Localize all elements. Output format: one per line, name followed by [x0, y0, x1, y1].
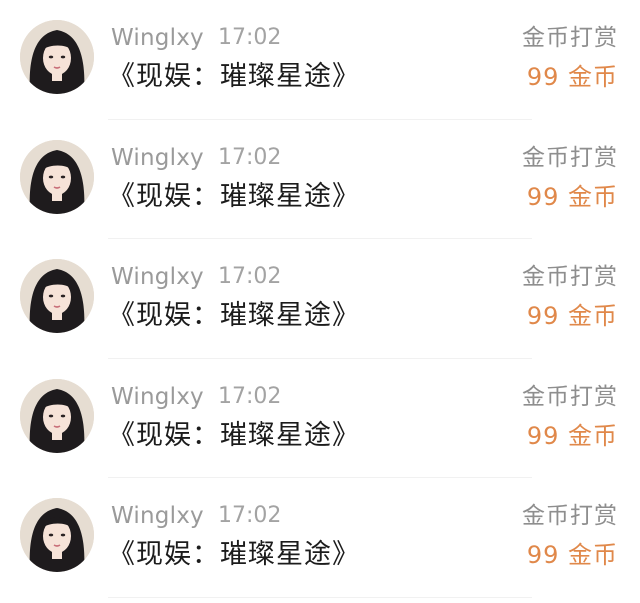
- gift-amount: 99 金币: [526, 541, 618, 569]
- user-avatar[interactable]: [20, 20, 94, 94]
- avatar-portrait-icon: [20, 378, 94, 453]
- gift-amount: 99 金币: [526, 421, 618, 450]
- gift-type-label: 金币打赏: [522, 383, 618, 410]
- book-title[interactable]: 《现娱：璀璨星途》: [108, 538, 360, 572]
- gift-type-label: 金币打赏: [522, 503, 618, 529]
- reward-list-item[interactable]: Winglxy 17:02 《现娱：璀璨星途》 金币打赏 99 金币: [0, 359, 640, 478]
- book-title[interactable]: 《现娱：璀璨星途》: [108, 419, 360, 453]
- reward-list-item[interactable]: Winglxy 17:02 《现娱：璀璨星途》 金币打赏 99 金币: [0, 239, 640, 359]
- divider: [108, 596, 532, 598]
- username[interactable]: Winglxy: [111, 23, 204, 53]
- gift-type-label: 金币打赏: [522, 264, 618, 290]
- avatar-portrait-icon: [20, 139, 94, 214]
- username[interactable]: Winglxy: [111, 143, 204, 173]
- timestamp: 17:02: [218, 25, 282, 50]
- book-title[interactable]: 《现娱：璀璨星途》: [108, 60, 360, 94]
- avatar-portrait-icon: [20, 259, 94, 333]
- user-avatar[interactable]: [20, 378, 94, 453]
- user-avatar[interactable]: [20, 139, 94, 214]
- book-title[interactable]: 《现娱：璀璨星途》: [108, 180, 360, 214]
- gift-type-label: 金币打赏: [522, 25, 618, 51]
- avatar-portrait-icon: [20, 498, 94, 572]
- gift-amount: 99 金币: [526, 182, 618, 211]
- gift-amount: 99 金币: [526, 63, 618, 91]
- user-avatar[interactable]: [20, 498, 94, 572]
- timestamp: 17:02: [218, 383, 282, 409]
- username[interactable]: Winglxy: [111, 382, 204, 412]
- gift-amount: 99 金币: [526, 302, 618, 330]
- gift-type-label: 金币打赏: [522, 144, 618, 171]
- avatar-portrait-icon: [20, 20, 94, 94]
- user-avatar[interactable]: [20, 259, 94, 333]
- book-title[interactable]: 《现娱：璀璨星途》: [108, 299, 360, 333]
- timestamp: 17:02: [218, 503, 282, 528]
- username[interactable]: Winglxy: [111, 262, 204, 292]
- reward-list-item[interactable]: Winglxy 17:02 《现娱：璀璨星途》 金币打赏 99 金币: [0, 478, 640, 598]
- reward-list-item[interactable]: Winglxy 17:02 《现娱：璀璨星途》 金币打赏 99 金币: [0, 0, 640, 120]
- reward-list: Winglxy 17:02 《现娱：璀璨星途》 金币打赏 99 金币 Wingl…: [0, 0, 640, 603]
- username[interactable]: Winglxy: [111, 501, 204, 531]
- timestamp: 17:02: [218, 144, 282, 170]
- timestamp: 17:02: [218, 264, 282, 289]
- reward-list-item[interactable]: Winglxy 17:02 《现娱：璀璨星途》 金币打赏 99 金币: [0, 120, 640, 239]
